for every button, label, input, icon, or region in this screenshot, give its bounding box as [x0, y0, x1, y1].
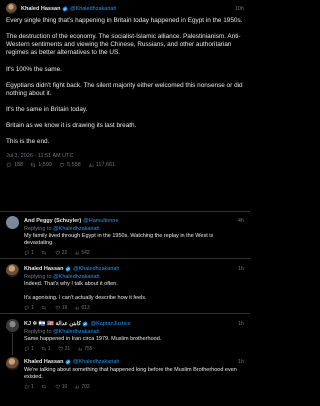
post-paragraph: It's 100% the same.	[6, 65, 62, 73]
reply-icon	[6, 162, 12, 168]
reply-button[interactable]: 1	[24, 384, 34, 390]
reply-actions: 1 1 31 755	[24, 345, 244, 352]
avatar[interactable]	[6, 319, 19, 332]
repost-button[interactable]	[41, 305, 48, 311]
views-button[interactable]: 702	[74, 384, 90, 390]
replying-to: Replying to @Khaledhzakariah	[24, 226, 100, 232]
reply-button[interactable]: 1	[24, 305, 34, 311]
reply-text: My family lived through Egypt in the 195…	[24, 233, 214, 246]
views-icon	[88, 163, 93, 168]
post-time: 1h	[237, 359, 244, 365]
author-handle[interactable]: @Khaledhzakariah	[70, 6, 117, 12]
repost-count[interactable]: 1,599	[30, 162, 52, 168]
avatar[interactable]	[6, 216, 19, 229]
reply-actions: 1 22 542	[24, 249, 244, 256]
post-paragraph: Egyptians didn't fight back. The silent …	[6, 81, 243, 97]
reply-actions: 1 10 702	[24, 383, 244, 390]
repost-icon	[41, 384, 46, 389]
reply-text: We're talking about something that happe…	[24, 367, 237, 380]
repost-icon	[30, 162, 36, 168]
post-time: 4h	[237, 218, 244, 224]
repost-icon	[41, 305, 46, 310]
post-header: Khaled Hassan @Khaledhzakariah 10h	[6, 3, 244, 14]
views-icon	[78, 347, 82, 351]
reply-button[interactable]: 1	[24, 250, 34, 256]
verified-badge-icon	[62, 5, 68, 12]
author-handle[interactable]: @Khaledhzakariah	[73, 266, 120, 272]
view-count[interactable]: 117,661	[88, 162, 115, 168]
heart-icon	[55, 250, 60, 255]
replying-handle[interactable]: @Khaledhzakariah	[53, 226, 100, 232]
thread-line	[12, 333, 13, 355]
reply-icon	[24, 346, 29, 352]
heart-icon	[55, 384, 60, 389]
post-time: 1h	[237, 321, 244, 327]
heart-icon	[55, 305, 60, 310]
divider	[0, 211, 250, 212]
reply-button[interactable]: 1	[24, 346, 34, 352]
views-button[interactable]: 542	[74, 250, 90, 256]
post-paragraph: Every single thing that's happening in B…	[6, 17, 243, 24]
avatar[interactable]	[6, 357, 19, 370]
reply-icon	[24, 384, 29, 390]
reply-post[interactable]: Khaled Hassan @Khaledhzakariah 1h We're …	[0, 357, 250, 390]
repost-icon	[41, 250, 46, 255]
post-stats: 188 1,599 5,558 117,661	[6, 161, 244, 170]
main-post[interactable]: Khaled Hassan @Khaledhzakariah 10h Every…	[0, 0, 250, 170]
like-button[interactable]: 31	[58, 346, 70, 352]
repost-icon	[41, 346, 46, 351]
replying-handle[interactable]: @Khaledhzakariah	[53, 274, 100, 280]
like-button[interactable]: 10	[55, 384, 67, 390]
repost-button[interactable]	[41, 384, 48, 390]
author-name[interactable]: And Peggy (Schuyler)	[24, 218, 81, 224]
reply-post[interactable]: And Peggy (Schuyler) @Hamultonne 4h Repl…	[0, 216, 250, 256]
avatar[interactable]	[6, 3, 17, 14]
author-name[interactable]: KJ ✡ 🇮🇱 🇺🇸 كابتن عدالة	[24, 321, 81, 327]
author-handle[interactable]: @Hamultonne	[83, 218, 118, 224]
reply-post[interactable]: KJ ✡ 🇮🇱 🇺🇸 كابتن عدالة @KaptanJustice 1h…	[0, 319, 250, 355]
like-button[interactable]: 19	[55, 305, 67, 311]
views-button[interactable]: 755	[77, 346, 92, 352]
reply-text: Indeed. That's why I talk about it often…	[24, 281, 147, 301]
like-count[interactable]: 5,558	[59, 162, 81, 168]
author-name[interactable]: Khaled Hassan	[24, 266, 63, 272]
views-icon	[75, 251, 80, 255]
post-time: 1h	[237, 266, 244, 272]
repost-button[interactable]: 1	[41, 346, 51, 352]
heart-icon	[59, 162, 65, 168]
views-button[interactable]: 613	[74, 305, 90, 311]
views-icon	[75, 306, 80, 310]
post-paragraph: The destruction of the economy. The soci…	[6, 33, 241, 57]
reply-icon	[24, 250, 29, 256]
author-name[interactable]: Khaled Hassan	[21, 6, 60, 12]
heart-icon	[58, 346, 63, 351]
divider	[0, 313, 250, 314]
reply-actions: 1 19 613	[24, 304, 244, 311]
replying-handle[interactable]: @Khaledhzakariah	[53, 329, 100, 335]
post-paragraph: This is the end.	[6, 138, 50, 146]
post-paragraph: Britain as we know it is drawing its las…	[6, 122, 137, 130]
replying-to: Replying to @Khaledhzakariah	[24, 274, 100, 280]
verified-badge-icon	[83, 321, 88, 327]
verified-badge-icon	[65, 266, 71, 272]
verified-badge-icon	[65, 359, 71, 365]
reply-text: Same happened in Iran circa 1979. Muslim…	[24, 336, 162, 342]
post-body: Every single thing that's happening in B…	[6, 17, 244, 147]
divider	[0, 258, 250, 259]
replying-to: Replying to @Khaledhzakariah	[24, 329, 100, 335]
reply-icon	[24, 305, 29, 311]
post-timestamp[interactable]: Jul 3, 2026 · 11:51 AM UTC	[6, 153, 244, 161]
reply-post[interactable]: Khaled Hassan @Khaledhzakariah 1h Replyi…	[0, 264, 250, 311]
reply-count[interactable]: 188	[6, 162, 23, 168]
author-handle[interactable]: @KaptanJustice	[90, 321, 130, 327]
post-time: 10h	[234, 5, 244, 12]
author-handle[interactable]: @Khaledhzakariah	[73, 359, 120, 365]
author-name[interactable]: Khaled Hassan	[24, 359, 63, 365]
repost-button[interactable]	[41, 250, 48, 256]
views-icon	[75, 385, 80, 389]
avatar[interactable]	[6, 264, 19, 277]
post-paragraph: It's the same in Britain today.	[6, 106, 88, 114]
like-button[interactable]: 22	[55, 250, 67, 256]
